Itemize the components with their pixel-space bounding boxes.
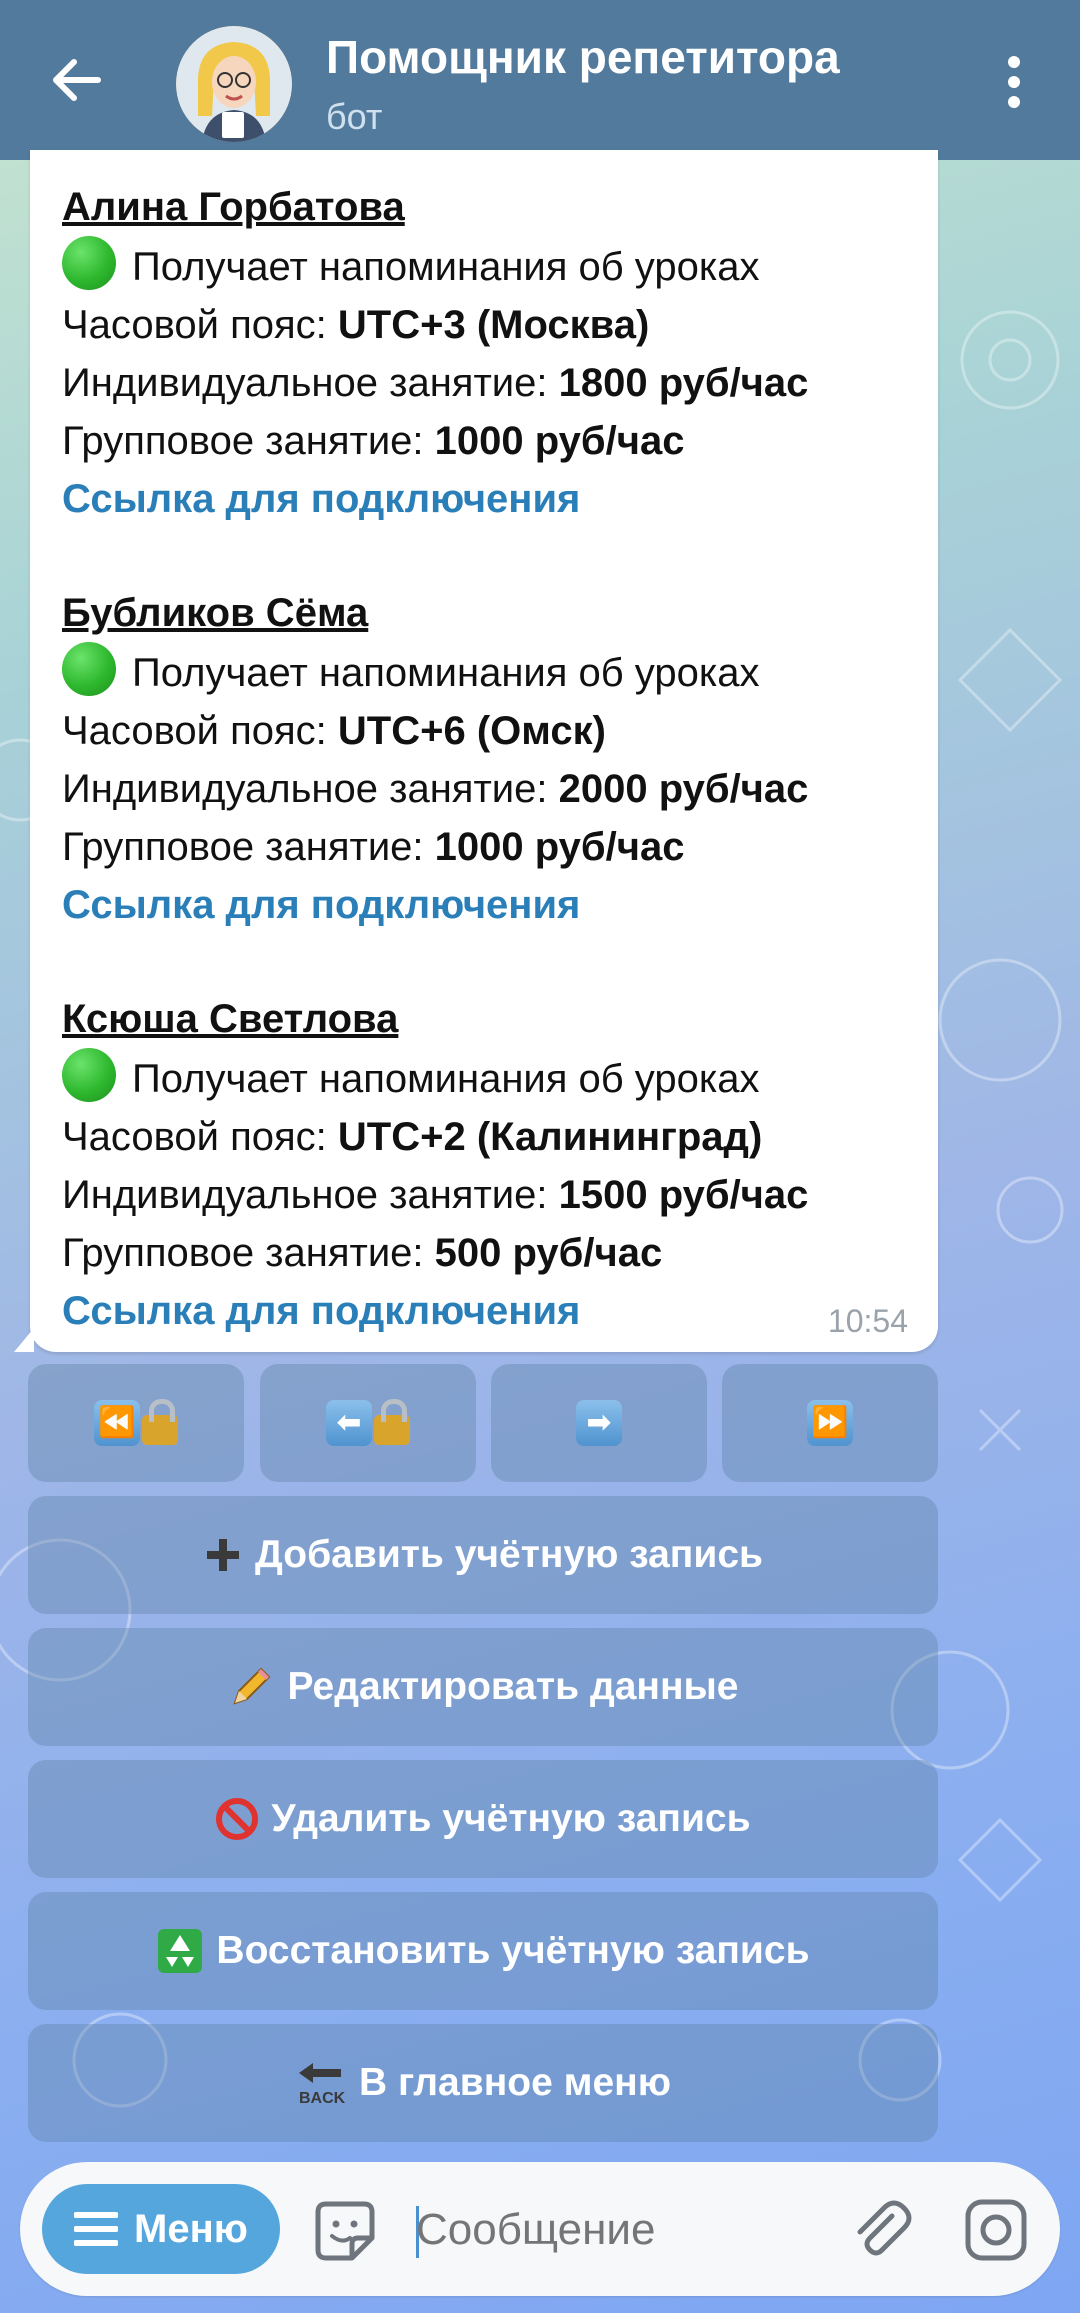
green-circle-icon	[62, 1048, 116, 1102]
timezone-value: UTC+3 (Москва)	[337, 303, 650, 347]
first-page-locked-icon: ⏪	[94, 1400, 140, 1446]
student-name[interactable]: Бубликов Сёма	[62, 584, 808, 642]
green-circle-icon	[62, 642, 116, 696]
first-page-button[interactable]: ⏪	[28, 1364, 244, 1482]
lock-icon	[142, 1399, 178, 1445]
student-card: Ксюша Светлова Получает напоминания об у…	[62, 990, 808, 1340]
camera-icon[interactable]	[964, 2198, 1028, 2262]
edit-data-label: Редактировать данные	[287, 1665, 739, 1708]
main-menu-label: В главное меню	[358, 2061, 672, 2104]
group-price: 500 руб/час	[434, 1231, 663, 1275]
prohibited-icon	[216, 1798, 259, 1840]
lock-icon	[374, 1399, 410, 1445]
next-page-icon: ➡	[576, 1400, 622, 1446]
individual-price: 1800 руб/час	[558, 361, 809, 405]
prev-page-button[interactable]: ⬅	[260, 1364, 476, 1482]
hamburger-icon	[74, 2212, 119, 2246]
student-name[interactable]: Ксюша Светлова	[62, 990, 808, 1048]
group-price: 1000 руб/час	[434, 825, 685, 869]
restore-account-button[interactable]: Восстановить учётную запись	[28, 1892, 938, 2010]
main-menu-button[interactable]: BACK В главное меню	[28, 2024, 938, 2142]
timezone-row: Часовой пояс: UTC+2 (Калининград)	[62, 1115, 763, 1159]
pencil-icon	[233, 1667, 271, 1705]
last-page-icon: ⏩	[807, 1400, 853, 1446]
student-name[interactable]: Алина Горбатова	[62, 178, 808, 236]
timezone-value: UTC+6 (Омск)	[337, 709, 606, 753]
back-arrow-icon[interactable]	[44, 48, 108, 112]
green-circle-icon	[62, 236, 116, 290]
chat-header: Помощник репетитора бот	[0, 0, 1080, 160]
add-account-button[interactable]: Добавить учётную запись	[28, 1496, 938, 1614]
reminder-status: Получает напоминания об уроках	[62, 1048, 808, 1108]
group-price-row: Групповое занятие: 1000 руб/час	[62, 419, 685, 463]
bot-avatar[interactable]	[176, 26, 292, 142]
reminder-status: Получает напоминания об уроках	[62, 236, 808, 296]
chat-subtitle: бот	[326, 96, 383, 137]
back-arrow-icon: BACK	[298, 2063, 346, 2107]
timezone-value: UTC+2 (Калининград)	[337, 1115, 763, 1159]
last-page-button[interactable]: ⏩	[722, 1364, 938, 1482]
timezone-row: Часовой пояс: UTC+6 (Омск)	[62, 709, 606, 753]
restore-account-label: Восстановить учётную запись	[216, 1929, 810, 1972]
recycle-icon	[158, 1929, 203, 1973]
add-account-label: Добавить учётную запись	[255, 1533, 763, 1576]
message-composer: Меню	[20, 2162, 1060, 2296]
group-price-row: Групповое занятие: 1000 руб/час	[62, 825, 685, 869]
prev-page-locked-icon: ⬅	[326, 1400, 372, 1446]
reminder-status: Получает напоминания об уроках	[62, 642, 808, 702]
bot-menu-label: Меню	[134, 2206, 248, 2251]
individual-price-row: Индивидуальное занятие: 2000 руб/час	[62, 767, 809, 811]
attach-icon[interactable]	[848, 2196, 914, 2262]
message-bubble: Алина Горбатова Получает напоминания об …	[14, 150, 938, 1352]
timezone-row: Часовой пояс: UTC+3 (Москва)	[62, 303, 650, 347]
connection-link[interactable]: Ссылка для подключения	[62, 1282, 808, 1340]
sticker-icon[interactable]	[312, 2198, 378, 2264]
next-page-button[interactable]: ➡	[491, 1364, 707, 1482]
svg-text:BACK: BACK	[299, 2090, 346, 2107]
individual-price-row: Индивидуальное занятие: 1500 руб/час	[62, 1173, 809, 1217]
individual-price: 2000 руб/час	[558, 767, 809, 811]
message-time: 10:54	[827, 1303, 908, 1339]
delete-account-button[interactable]: Удалить учётную запись	[28, 1760, 938, 1878]
student-card: Алина Горбатова Получает напоминания об …	[62, 178, 808, 528]
connection-link[interactable]: Ссылка для подключения	[62, 876, 808, 934]
individual-price: 1500 руб/час	[558, 1173, 809, 1217]
message-input[interactable]	[416, 2188, 836, 2272]
plus-icon	[207, 1539, 239, 1571]
edit-data-button[interactable]: Редактировать данные	[28, 1628, 938, 1746]
student-card: Бубликов Сёма Получает напоминания об ур…	[62, 584, 808, 934]
group-price-row: Групповое занятие: 500 руб/час	[62, 1231, 663, 1275]
group-price: 1000 руб/час	[434, 419, 685, 463]
bubble-tail	[14, 1328, 34, 1352]
individual-price-row: Индивидуальное занятие: 1800 руб/час	[62, 361, 809, 405]
connection-link[interactable]: Ссылка для подключения	[62, 470, 808, 528]
bot-menu-button[interactable]: Меню	[42, 2184, 280, 2274]
chat-title[interactable]: Помощник репетитора	[326, 30, 840, 84]
more-options-icon[interactable]	[996, 52, 1032, 112]
delete-account-label: Удалить учётную запись	[271, 1797, 751, 1840]
